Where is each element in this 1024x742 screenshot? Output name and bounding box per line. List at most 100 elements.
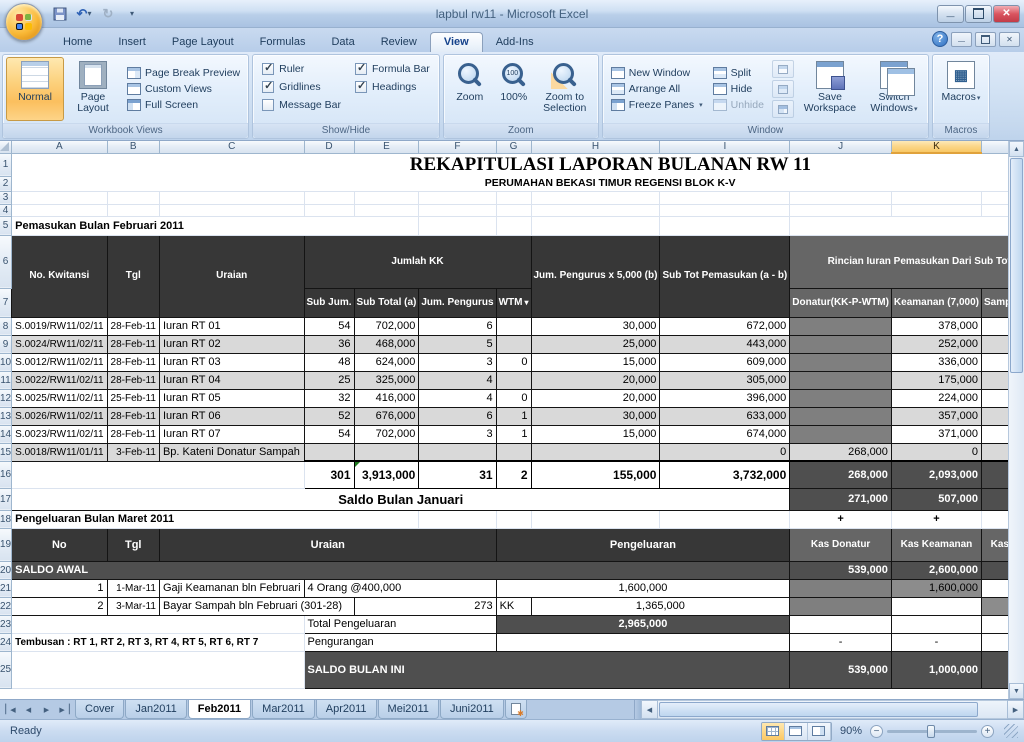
cell[interactable]: 155,000 <box>980 334 1008 354</box>
row-header-18[interactable]: 18 <box>0 510 13 529</box>
next-sheet-button[interactable]: ▶ <box>38 702 55 718</box>
cell[interactable] <box>531 510 661 529</box>
cell[interactable]: 4 <box>418 388 497 408</box>
checkbox-ruler[interactable]: Ruler <box>262 61 341 75</box>
horizontal-scroll-thumb[interactable] <box>659 702 979 717</box>
cell[interactable] <box>11 461 305 489</box>
cell[interactable]: 2,600,000 <box>890 560 982 580</box>
sheet-tab-juni2011[interactable]: Juni2011 <box>439 700 504 719</box>
minimize-button[interactable] <box>937 4 964 23</box>
cell[interactable]: 3,732,000 <box>659 460 791 489</box>
cell[interactable]: 1,000,000 <box>890 650 982 689</box>
cell[interactable] <box>789 614 892 634</box>
cell[interactable]: 674,000 <box>659 424 791 444</box>
switch-windows-button[interactable]: Switch Windows▾ <box>863 57 925 121</box>
zoom-slider-track[interactable] <box>887 724 977 738</box>
cell[interactable]: 28-Feb-11 <box>106 424 160 444</box>
cell[interactable]: 2 <box>11 596 108 616</box>
cell[interactable]: 155,000 <box>530 460 661 489</box>
horizontal-scrollbar[interactable]: ◀ ▶ <box>634 700 1024 719</box>
cell[interactable] <box>789 596 892 616</box>
cell[interactable] <box>789 370 892 390</box>
cell[interactable]: 15,000 <box>530 424 661 444</box>
row-header-1[interactable]: 1 <box>0 153 13 177</box>
reset-window-position-button[interactable] <box>771 100 794 118</box>
save-button[interactable] <box>50 5 70 23</box>
cell[interactable]: Pengeluaran <box>495 527 791 562</box>
cell[interactable]: 702,000 <box>353 424 420 444</box>
macros-button[interactable]: Macros▾ <box>936 57 986 121</box>
cell[interactable]: Iuran RT 07 <box>158 424 305 444</box>
cell[interactable]: + <box>891 510 982 529</box>
row-header-10[interactable]: 10 <box>0 353 13 372</box>
row-header-25[interactable]: 25 <box>0 651 13 689</box>
cell[interactable]: 539,000 <box>789 560 892 580</box>
cell[interactable]: 1 <box>11 578 108 598</box>
page-layout-view-button[interactable]: Page Layout <box>64 57 122 121</box>
cell[interactable]: SALDO AWAL <box>11 560 791 580</box>
normal-view-button[interactable]: Normal <box>6 57 64 121</box>
cell[interactable]: 0 <box>980 487 1008 511</box>
row-header-7[interactable]: 7 <box>0 288 13 318</box>
save-workspace-button[interactable]: Save Workspace <box>797 57 863 121</box>
cell[interactable]: Jum. Pengurus <box>418 287 497 318</box>
cell[interactable]: Sub Jum. <box>303 287 355 318</box>
zoom-slider-thumb[interactable] <box>926 724 935 738</box>
cell[interactable] <box>354 191 420 205</box>
cell[interactable] <box>981 204 1008 217</box>
cell[interactable]: 672,000 <box>659 316 791 336</box>
zoom-level[interactable]: 90% <box>840 725 862 737</box>
cell[interactable]: 30,000 <box>530 316 661 336</box>
cell[interactable]: Kas Donatur <box>789 527 892 562</box>
cell[interactable]: 357,000 <box>890 406 982 426</box>
vertical-scroll-track[interactable] <box>1009 374 1024 683</box>
cell[interactable]: 28-Feb-11 <box>106 370 160 390</box>
cell[interactable]: 378,000 <box>890 316 982 336</box>
arrange-all-button[interactable]: Arrange All <box>608 82 706 96</box>
row-header-19[interactable]: 19 <box>0 528 13 562</box>
cell[interactable]: 0 <box>890 442 982 462</box>
cell[interactable]: 1-Mar-11 <box>106 578 160 598</box>
cell[interactable]: Iuran RT 02 <box>158 334 305 354</box>
cell[interactable]: S.0024/RW11/02/11 <box>11 334 108 354</box>
cell[interactable] <box>659 204 791 217</box>
cell[interactable]: 2,965,000 <box>495 614 791 634</box>
cell[interactable]: 268,000 <box>789 442 892 462</box>
cell[interactable] <box>353 442 420 462</box>
row-header-23[interactable]: 23 <box>0 615 13 634</box>
cell[interactable]: 252,000 <box>890 334 982 354</box>
redo-button[interactable]: ↻ <box>98 5 118 23</box>
cell[interactable] <box>789 578 892 598</box>
view-side-by-side-button[interactable] <box>771 60 794 78</box>
cell[interactable]: 1,600,000 <box>495 578 791 598</box>
row-header-12[interactable]: 12 <box>0 389 13 408</box>
cell[interactable] <box>891 204 982 217</box>
cell[interactable]: Iuran RT 03 <box>158 352 305 372</box>
cell[interactable] <box>418 204 497 217</box>
tab-formulas[interactable]: Formulas <box>247 33 319 52</box>
cell[interactable] <box>530 442 661 462</box>
cell[interactable]: 48 <box>303 352 355 372</box>
cell[interactable]: Sub Total (a) <box>353 287 420 318</box>
cell[interactable]: 702,000 <box>353 316 420 336</box>
cell[interactable]: 1,600,000 <box>890 578 982 598</box>
office-button[interactable] <box>5 3 43 41</box>
cell[interactable]: Tgl <box>106 234 160 318</box>
cell[interactable] <box>495 442 532 462</box>
cell[interactable] <box>418 191 497 205</box>
cell[interactable] <box>418 216 497 236</box>
cell[interactable]: 25 <box>303 370 355 390</box>
cell[interactable]: Sub Tot Pemasukan (a - b) <box>659 234 791 318</box>
cell[interactable]: 224,000 <box>890 388 982 408</box>
cell[interactable]: 54 <box>303 316 355 336</box>
cell[interactable] <box>789 316 892 336</box>
cell[interactable]: Saldo Bulan Januari <box>11 487 791 511</box>
cell[interactable]: 1 <box>495 406 532 426</box>
first-sheet-button[interactable]: ◀ <box>2 702 19 718</box>
cell[interactable]: 225,000 <box>980 352 1008 372</box>
cell[interactable]: No. Kwitansi <box>11 234 108 318</box>
cell[interactable]: 52 <box>303 406 355 426</box>
row-header-2[interactable]: 2 <box>0 176 13 192</box>
cell[interactable] <box>980 614 1008 634</box>
cell[interactable] <box>11 204 108 217</box>
